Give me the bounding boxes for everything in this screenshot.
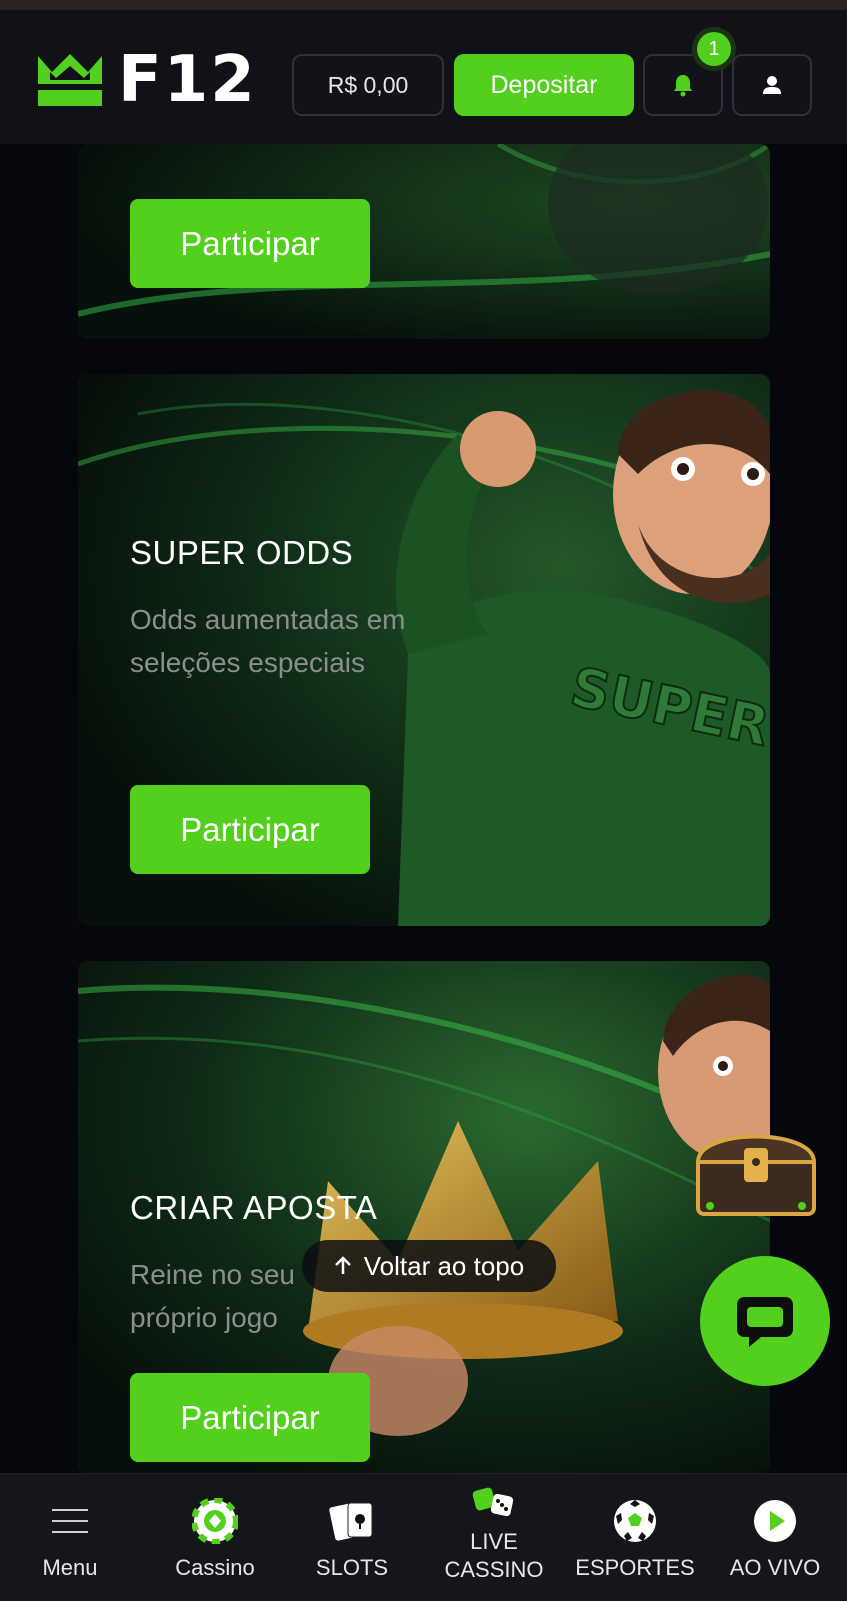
dice-icon <box>472 1487 514 1517</box>
nav-label: ESPORTES <box>575 1555 695 1580</box>
soccer-ball-icon <box>614 1500 656 1542</box>
nav-item-slots[interactable]: SLOTS <box>302 1474 402 1601</box>
top-status-strip <box>0 0 847 10</box>
nav-label: Menu <box>42 1555 98 1580</box>
chat-button[interactable] <box>700 1256 830 1386</box>
bell-icon <box>674 75 692 97</box>
promo-card-super-odds: SUPER ODDS SUPER ODDS Odds aumentadas em… <box>78 374 770 926</box>
card-title: CRIAR APOSTA <box>130 1189 378 1226</box>
playing-cards-icon <box>329 1502 373 1541</box>
card-description: Odds aumentadas em seleções especiais <box>130 604 406 678</box>
crown-logo-icon <box>38 54 102 106</box>
deposit-button[interactable]: Depositar <box>454 54 634 116</box>
nav-label: AO VIVO <box>729 1555 821 1580</box>
nav-item-esportes[interactable]: ESPORTES <box>570 1474 700 1601</box>
bottom-navigation: Menu Cassino SLOTS LIVE CASSINO ESPORTES… <box>0 1473 847 1601</box>
participate-button[interactable]: Participar <box>130 785 370 874</box>
notification-badge: 1 <box>697 32 731 66</box>
nav-label: SLOTS <box>315 1555 389 1580</box>
back-to-top-label: Voltar ao topo <box>363 1250 525 1281</box>
user-button[interactable] <box>732 54 812 116</box>
nav-item-menu[interactable]: Menu <box>20 1474 120 1601</box>
balance-button[interactable]: R$ 0,00 <box>292 54 444 116</box>
arrow-up-icon <box>334 1256 351 1274</box>
card-title: SUPER ODDS <box>130 534 354 571</box>
chat-bubble-icon <box>737 1297 793 1347</box>
hamburger-icon <box>52 1509 88 1533</box>
nav-label: LIVE CASSINO <box>444 1529 544 1582</box>
nav-item-live-cassino[interactable]: LIVE CASSINO <box>436 1474 552 1601</box>
promo-card-criar-aposta: CRIAR APOSTA Reine no seu próprio jogo P… <box>78 961 770 1473</box>
participate-button[interactable]: Participar <box>130 1373 370 1462</box>
promo-card: Participar <box>78 144 770 339</box>
casino-chip-icon <box>192 1498 238 1544</box>
app-header: F12 R$ 0,00 Depositar <box>0 10 847 144</box>
participate-button[interactable]: Participar <box>130 199 370 288</box>
logo[interactable]: F12 <box>36 46 257 114</box>
user-icon <box>763 76 781 94</box>
back-to-top-button[interactable]: Voltar ao topo <box>302 1240 556 1292</box>
nav-item-cassino[interactable]: Cassino <box>160 1474 270 1601</box>
nav-label: Cassino <box>175 1555 255 1580</box>
nav-item-ao-vivo[interactable]: AO VIVO <box>720 1474 830 1601</box>
treasure-chest-icon[interactable] <box>690 1118 822 1218</box>
play-icon <box>754 1500 796 1542</box>
logo-text: F12 <box>118 43 257 117</box>
